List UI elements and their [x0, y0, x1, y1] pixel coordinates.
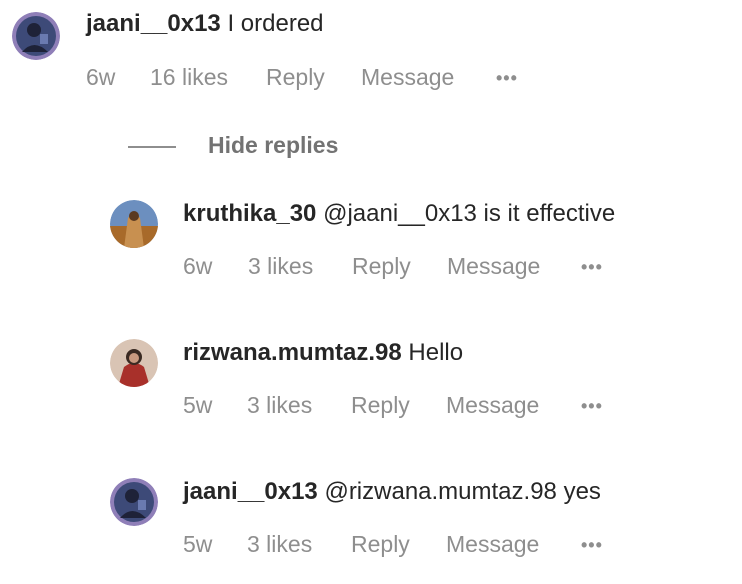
comment-meta: 6w 3 likes Reply Message •••: [183, 253, 643, 279]
likes-count-button[interactable]: 16 likes: [150, 64, 228, 90]
username-link[interactable]: jaani__0x13: [86, 10, 221, 37]
likes-count-button[interactable]: 3 likes: [247, 392, 312, 418]
reply-button[interactable]: Reply: [351, 392, 410, 418]
reply-button[interactable]: Reply: [352, 253, 411, 279]
avatar-image: [110, 339, 158, 387]
hide-replies-button[interactable]: Hide replies: [128, 130, 368, 160]
comment-age: 5w: [183, 392, 213, 418]
reply-item: kruthika_30 @jaani__0x13 is it effective…: [0, 190, 742, 300]
hide-replies-divider: [128, 146, 176, 148]
comment-text: @jaani__0x13 is it effective: [323, 200, 616, 227]
avatar[interactable]: [12, 12, 60, 60]
avatar-image: [110, 478, 158, 526]
reply-button[interactable]: Reply: [266, 64, 325, 90]
more-options-icon[interactable]: •••: [496, 65, 518, 91]
likes-count-button[interactable]: 3 likes: [247, 531, 312, 557]
comment-age: 6w: [86, 64, 116, 90]
username-link[interactable]: jaani__0x13: [183, 478, 318, 505]
more-options-icon[interactable]: •••: [581, 532, 603, 558]
hide-replies-label: Hide replies: [208, 132, 339, 158]
comment-text: @rizwana.mumtaz.98 yes: [324, 478, 601, 505]
avatar[interactable]: [110, 478, 158, 526]
message-button[interactable]: Message: [446, 531, 539, 557]
reply-item: jaani__0x13 @rizwana.mumtaz.98 yes 5w 3 …: [0, 468, 742, 578]
comment-line: jaani__0x13 I ordered: [86, 10, 324, 38]
username-link[interactable]: kruthika_30: [183, 200, 316, 227]
comment-text: Hello: [408, 339, 464, 366]
comment-meta: 5w 3 likes Reply Message •••: [183, 531, 643, 557]
more-options-icon[interactable]: •••: [581, 393, 603, 419]
avatar-image: [12, 12, 60, 60]
comment-line: kruthika_30 @jaani__0x13 is it effective: [183, 200, 615, 228]
reply-button[interactable]: Reply: [351, 531, 410, 557]
comment-age: 6w: [183, 253, 213, 279]
message-button[interactable]: Message: [447, 253, 540, 279]
comment-item: jaani__0x13 I ordered 6w 16 likes Reply …: [0, 0, 742, 110]
message-button[interactable]: Message: [361, 64, 454, 90]
comments-thread: jaani__0x13 I ordered 6w 16 likes Reply …: [0, 0, 742, 584]
more-options-icon[interactable]: •••: [581, 254, 603, 280]
avatar[interactable]: [110, 200, 158, 248]
likes-count-button[interactable]: 3 likes: [248, 253, 313, 279]
comment-line: rizwana.mumtaz.98 Hello: [183, 339, 463, 367]
avatar-image: [110, 200, 158, 248]
comment-line: jaani__0x13 @rizwana.mumtaz.98 yes: [183, 478, 601, 506]
comment-age: 5w: [183, 531, 213, 557]
username-link[interactable]: rizwana.mumtaz.98: [183, 339, 402, 366]
comment-meta: 5w 3 likes Reply Message •••: [183, 392, 643, 418]
comment-meta: 6w 16 likes Reply Message •••: [86, 64, 546, 90]
comment-text: I ordered: [227, 10, 324, 37]
reply-item: rizwana.mumtaz.98 Hello 5w 3 likes Reply…: [0, 329, 742, 439]
message-button[interactable]: Message: [446, 392, 539, 418]
avatar[interactable]: [110, 339, 158, 387]
